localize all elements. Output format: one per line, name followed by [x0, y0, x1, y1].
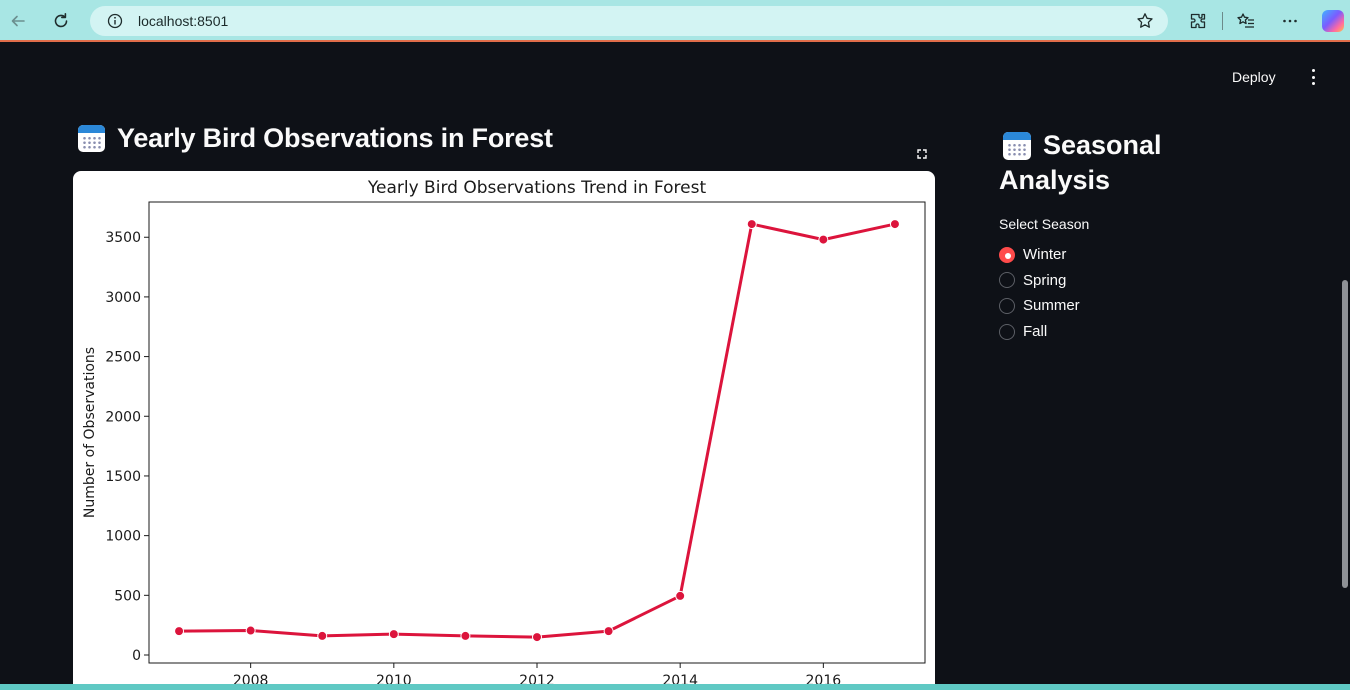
radio-option-fall[interactable]: Fall	[999, 319, 1080, 345]
data-point	[460, 630, 471, 641]
chart-title: Yearly Bird Observations Trend in Forest	[367, 178, 707, 198]
data-point	[889, 219, 900, 230]
radio-option-label[interactable]: Winter	[1023, 246, 1066, 263]
calendar-icon	[78, 124, 105, 152]
chart-container: Yearly Bird Observations Trend in Forest…	[73, 171, 935, 690]
radio-option-label[interactable]: Summer	[1023, 297, 1080, 314]
y-tick-label: 2000	[105, 409, 141, 425]
url-text[interactable]: localhost:8501	[138, 13, 228, 29]
y-tick-label: 3000	[105, 290, 141, 306]
y-tick-label: 3500	[105, 230, 141, 246]
data-point	[388, 629, 399, 640]
series-line	[179, 222, 896, 639]
y-tick-label: 1000	[105, 529, 141, 545]
page-scrollbar[interactable]	[1342, 280, 1348, 588]
radio-option-winter[interactable]: Winter	[999, 242, 1080, 268]
y-axis-label: Number of Observations	[82, 347, 98, 518]
radio-button[interactable]	[999, 297, 1015, 314]
radio-button-checked[interactable]	[999, 246, 1015, 263]
address-bar[interactable]: localhost:8501	[90, 6, 1168, 36]
radio-button[interactable]	[999, 272, 1015, 289]
section-title-line1: Seasonal	[1043, 130, 1162, 160]
data-point	[532, 632, 542, 643]
window-bottom-border	[0, 684, 1350, 690]
season-radio-label: Select Season	[999, 216, 1090, 232]
data-point	[818, 234, 829, 245]
data-point	[245, 625, 256, 636]
plot-frame	[148, 201, 926, 664]
info-icon[interactable]	[107, 13, 123, 29]
toolbar-divider	[1222, 12, 1223, 30]
copilot-icon[interactable]	[1322, 10, 1344, 32]
y-tick-label: 2500	[105, 350, 141, 366]
extensions-icon[interactable]	[1188, 11, 1208, 31]
calendar-icon	[1003, 131, 1031, 160]
y-tick-label: 500	[114, 588, 141, 604]
y-tick-label: 1500	[105, 469, 141, 485]
radio-option-label[interactable]: Fall	[1023, 323, 1047, 340]
y-tick-label: 0	[132, 648, 141, 664]
fullscreen-icon[interactable]	[914, 146, 930, 162]
line-chart: Yearly Bird Observations Trend in Forest…	[82, 178, 926, 689]
data-point	[675, 590, 686, 601]
main-menu-icon[interactable]	[1304, 68, 1322, 86]
deploy-button[interactable]: Deploy	[1232, 66, 1276, 88]
radio-option-spring[interactable]: Spring	[999, 268, 1080, 294]
season-radio-group: Winter Spring Summer Fall	[999, 242, 1080, 344]
radio-option-label[interactable]: Spring	[1023, 272, 1066, 289]
data-point	[317, 630, 328, 641]
more-options-icon[interactable]	[1280, 11, 1300, 31]
page-title-text: Yearly Bird Observations in Forest	[117, 122, 553, 153]
data-point	[603, 626, 614, 637]
browser-toolbar: localhost:8501	[0, 0, 1350, 42]
favorite-star-icon[interactable]	[1136, 12, 1154, 30]
radio-option-summer[interactable]: Summer	[999, 293, 1080, 319]
favorites-icon[interactable]	[1236, 11, 1256, 31]
radio-button[interactable]	[999, 323, 1015, 340]
data-point	[174, 626, 185, 637]
back-arrow-icon[interactable]	[6, 9, 30, 33]
section-title: Seasonal Analysis	[999, 128, 1219, 198]
section-title-line2: Analysis	[999, 165, 1111, 195]
page-title: Yearly Bird Observations in Forest	[78, 120, 553, 156]
data-point	[746, 219, 757, 230]
refresh-icon[interactable]	[49, 9, 73, 33]
